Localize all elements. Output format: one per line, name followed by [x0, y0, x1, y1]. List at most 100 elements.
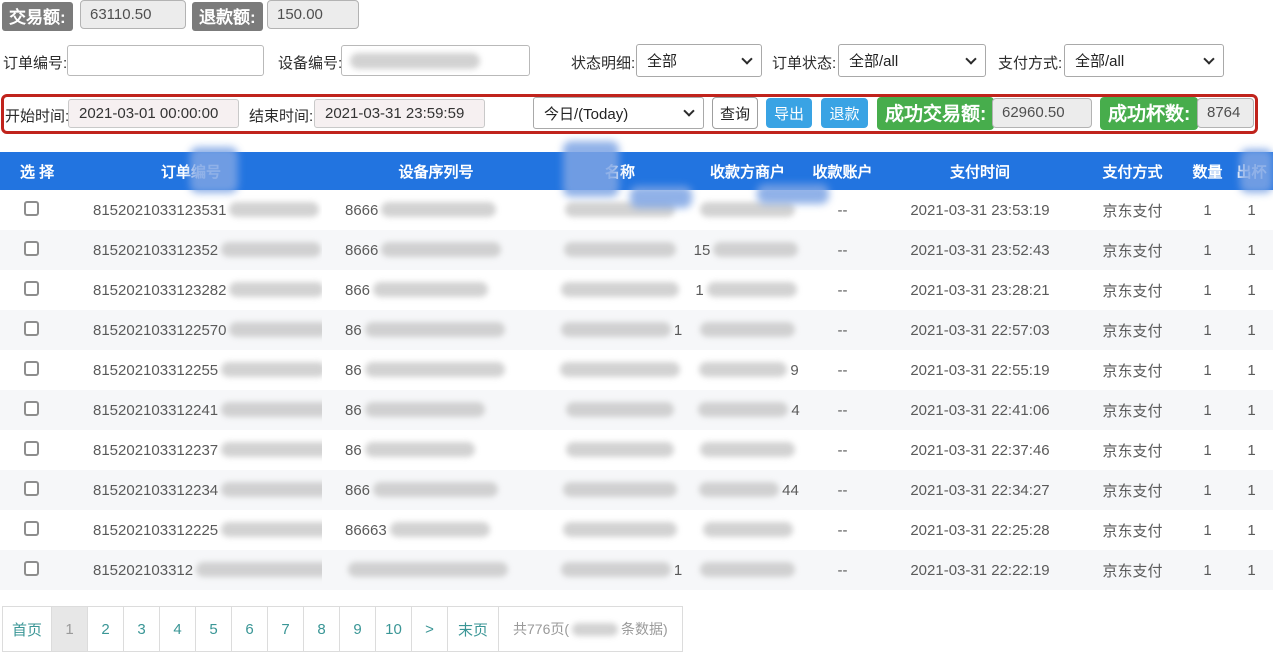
account-cell: -- [805, 510, 880, 550]
name-cell [550, 270, 690, 310]
device-serial-cell: 86 [322, 390, 550, 430]
status-detail-select[interactable]: 全部 [636, 44, 762, 77]
page-button[interactable]: 8 [303, 606, 340, 652]
chevron-down-icon [965, 53, 976, 64]
page-button[interactable]: 3 [123, 606, 160, 652]
redaction-patch [630, 186, 692, 208]
row-checkbox[interactable] [24, 201, 39, 216]
merchant-cell: 1 [690, 270, 805, 310]
page-button[interactable]: 1 [51, 606, 88, 652]
redaction-blur [381, 202, 496, 217]
account-cell: -- [805, 550, 880, 590]
pagination-summary: 共776页( 条数据) [498, 606, 683, 652]
order-number-cell: 815202103312257075 [60, 310, 322, 350]
quick-range-select[interactable]: 今日/(Today) [533, 97, 704, 129]
merchant-cell: 9 [690, 350, 805, 390]
order-status-select[interactable]: 全部/all [838, 44, 986, 77]
pay-time-cell: 2021-03-31 22:34:27 [880, 470, 1080, 510]
redaction-blur [700, 562, 795, 577]
cups-cell: 1 [1230, 310, 1273, 350]
pay-method-cell: 京东支付 [1080, 430, 1185, 470]
merchant-cell [690, 430, 805, 470]
status-detail-label: 状态明细: [571, 52, 635, 73]
redaction-blur [221, 482, 322, 497]
table-row: 815202103312225 86663 -- 2021-03-31 22:2… [0, 510, 1273, 550]
device-no-label: 设备编号: [278, 52, 342, 73]
account-cell: -- [805, 270, 880, 310]
quantity-cell: 1 [1185, 310, 1230, 350]
export-button[interactable]: 导出 [766, 98, 812, 128]
quantity-cell: 1 [1185, 550, 1230, 590]
row-checkbox[interactable] [24, 321, 39, 336]
redaction-blur [563, 522, 677, 537]
redaction-blur [700, 442, 795, 457]
redaction-blur [221, 522, 322, 537]
row-checkbox[interactable] [24, 561, 39, 576]
quantity-cell: 1 [1185, 270, 1230, 310]
quantity-cell: 1 [1185, 510, 1230, 550]
row-checkbox[interactable] [24, 441, 39, 456]
device-serial-cell: 8666 [322, 230, 550, 270]
redaction-blur [566, 402, 674, 417]
table-row: 815202103312328209 866 1 -- 2021-03-31 2… [0, 270, 1273, 310]
page-button[interactable]: 5 [195, 606, 232, 652]
pagination-first-button[interactable]: 首页 [2, 606, 52, 652]
redaction-blur [560, 362, 680, 377]
transaction-amount-label: 交易额: [2, 2, 73, 31]
orders-table: 选 择订单编号设备序列号名称收款方商户收款账户支付时间支付方式数量出杯 8152… [0, 152, 1273, 590]
pagination-last-button[interactable]: 末页 [447, 606, 499, 652]
refund-button[interactable]: 退款 [821, 98, 868, 128]
account-cell: -- [805, 470, 880, 510]
redaction-blur [566, 442, 674, 457]
order-number-cell: 81520210331235310481 [60, 190, 322, 230]
page-button[interactable]: 4 [159, 606, 196, 652]
pagination-next-button[interactable]: > [411, 606, 448, 652]
device-serial-cell: 866 [322, 470, 550, 510]
quick-range-value: 今日/(Today) [544, 103, 628, 124]
row-checkbox[interactable] [24, 281, 39, 296]
device-serial-cell: 86 [322, 350, 550, 390]
redaction-blur [713, 242, 798, 257]
order-number-cell: 815202103312 [60, 550, 322, 590]
page-button[interactable]: 2 [87, 606, 124, 652]
chevron-down-icon [741, 53, 752, 64]
pagination: 首页 12345678910 > 末页 共776页( 条数据) [2, 606, 683, 652]
device-no-input[interactable] [341, 45, 530, 76]
merchant-cell: 4 [690, 390, 805, 430]
row-checkbox[interactable] [24, 521, 39, 536]
pay-time-cell: 2021-03-31 23:52:43 [880, 230, 1080, 270]
start-time-input[interactable]: 2021-03-01 00:00:00 [68, 99, 239, 128]
row-checkbox[interactable] [24, 361, 39, 376]
row-checkbox[interactable] [24, 241, 39, 256]
search-button[interactable]: 查询 [712, 97, 758, 129]
end-time-input[interactable]: 2021-03-31 23:59:59 [314, 99, 485, 128]
row-checkbox[interactable] [24, 401, 39, 416]
page-button[interactable]: 9 [339, 606, 376, 652]
order-no-input[interactable] [67, 45, 264, 76]
pay-method-cell: 京东支付 [1080, 390, 1185, 430]
account-cell: -- [805, 230, 880, 270]
redaction-blur [196, 562, 322, 577]
pay-method-cell: 京东支付 [1080, 510, 1185, 550]
name-cell [550, 390, 690, 430]
quantity-cell: 1 [1185, 390, 1230, 430]
redaction-blur [700, 322, 795, 337]
redaction-patch [1240, 149, 1273, 193]
success-amount-value: 62960.50 [992, 98, 1092, 128]
pay-method-select[interactable]: 全部/all [1064, 44, 1224, 77]
merchant-cell [690, 550, 805, 590]
page-button[interactable]: 6 [231, 606, 268, 652]
pay-time-cell: 2021-03-31 22:55:19 [880, 350, 1080, 390]
quantity-cell: 1 [1185, 190, 1230, 230]
cups-cell: 1 [1230, 190, 1273, 230]
row-checkbox[interactable] [24, 481, 39, 496]
page-button[interactable]: 10 [375, 606, 412, 652]
success-amount-label: 成功交易额: [877, 97, 994, 130]
order-number-cell: 8152021033122557 [60, 350, 322, 390]
chevron-down-icon [1203, 53, 1214, 64]
name-cell [550, 350, 690, 390]
account-cell: -- [805, 390, 880, 430]
redaction-blur [221, 362, 322, 377]
page-button[interactable]: 7 [267, 606, 304, 652]
order-number-cell: 8152021033122413 [60, 390, 322, 430]
